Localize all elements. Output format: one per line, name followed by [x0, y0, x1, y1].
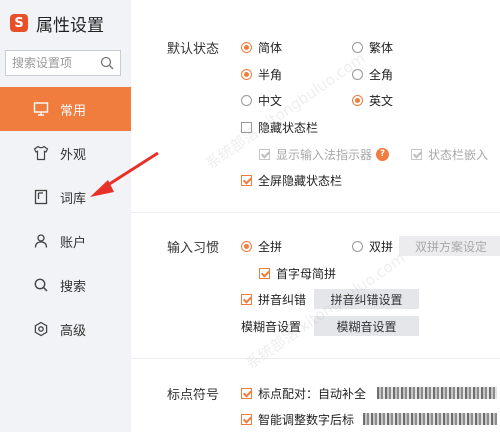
sidebar-item-account[interactable]: 账户 — [0, 219, 131, 263]
gear-icon — [34, 321, 48, 337]
radio-label: 中文 — [258, 93, 283, 108]
radio-quanpin[interactable]: 全拼 — [241, 237, 282, 255]
radio-indicator[interactable] — [241, 68, 252, 80]
radio-label: 英文 — [369, 93, 394, 108]
radio-shuangpin[interactable]: 双拼 — [352, 237, 393, 255]
sidebar-item-common[interactable]: 常用 — [0, 87, 131, 131]
checkbox-show-indicator[interactable]: 显示输入法指示器 ? — [259, 145, 390, 163]
checkbox-indicator[interactable] — [259, 267, 270, 279]
radio-indicator[interactable] — [352, 41, 363, 53]
radio-traditional[interactable]: 繁体 — [352, 38, 393, 56]
radio-english[interactable]: 英文 — [352, 91, 393, 109]
radio-label: 半角 — [258, 67, 283, 82]
checkbox-fullscreen-hide[interactable]: 全屏隐藏状态栏 — [241, 171, 342, 189]
checkbox-indicator[interactable] — [241, 174, 252, 186]
search-input[interactable] — [10, 55, 102, 71]
pinyin-correction-settings-button[interactable]: 拼音纠错设置 — [314, 289, 419, 309]
sidebar-item-search[interactable]: 搜索 — [0, 263, 131, 307]
sidebar-item-label: 外观 — [60, 147, 87, 163]
app-title: 属性设置 — [36, 15, 104, 36]
checkbox-label: 首字母简拼 — [276, 266, 337, 281]
checkbox-label: 显示输入法指示器 — [276, 147, 373, 162]
radio-label: 繁体 — [369, 40, 394, 55]
radio-label: 全角 — [369, 67, 394, 82]
section-divider — [131, 212, 500, 213]
sidebar-item-advanced[interactable]: 高级 — [0, 307, 131, 351]
section-label-input-habit: 输入习惯 — [167, 241, 220, 256]
sidebar-item-label: 搜索 — [60, 279, 87, 295]
sidebar-item-dictionary[interactable]: 词库 — [0, 175, 131, 219]
radio-indicator[interactable] — [241, 94, 252, 106]
radio-indicator[interactable] — [241, 41, 252, 53]
checkbox-label: 全屏隐藏状态栏 — [258, 173, 343, 188]
checkbox-indicator[interactable] — [241, 387, 252, 399]
checkbox-smart-digit[interactable]: 智能调整数字后标 — [241, 410, 354, 428]
app-header: S 属性设置 — [10, 10, 104, 36]
checkbox-indicator[interactable] — [259, 148, 270, 160]
section-label-default-state: 默认状态 — [167, 42, 220, 57]
checkbox-initial-abbrev[interactable]: 首字母简拼 — [259, 264, 336, 282]
sidebar-item-label: 高级 — [60, 323, 87, 339]
checkbox-label: 标点配对：自动补全 — [258, 386, 367, 401]
user-icon — [34, 234, 48, 248]
book-icon — [34, 189, 48, 205]
sidebar: S 属性设置 常用 外观 词库 — [0, 0, 131, 432]
redacted-area — [363, 413, 497, 425]
checkbox-label: 智能调整数字后标 — [258, 412, 355, 427]
search-icon — [34, 278, 48, 292]
monitor-icon — [33, 102, 49, 116]
radio-chinese[interactable]: 中文 — [241, 91, 282, 109]
radio-simplified[interactable]: 简体 — [241, 38, 282, 56]
checkbox-indicator[interactable] — [241, 293, 252, 305]
section-divider — [131, 358, 500, 359]
sidebar-item-label: 账户 — [60, 235, 87, 251]
checkbox-indicator[interactable] — [241, 121, 252, 133]
checkbox-status-bar-embed[interactable]: 状态栏嵌入 — [411, 145, 488, 163]
radio-indicator[interactable] — [241, 240, 252, 252]
sidebar-item-label: 词库 — [60, 191, 87, 207]
settings-panel: 默认状态 简体 繁体 半角 全角 中文 英文 隐藏状态栏 显示输入法指示器 ? … — [131, 0, 500, 432]
shuangpin-settings-button[interactable]: 双拼方案设定 — [399, 236, 500, 256]
checkbox-punctuation-pairing[interactable]: 标点配对：自动补全 — [241, 384, 366, 402]
help-icon[interactable]: ? — [376, 147, 390, 161]
sidebar-item-label: 常用 — [60, 103, 87, 119]
fuzzy-sound-row: 模糊音设置 — [241, 317, 301, 335]
sidebar-item-appearance[interactable]: 外观 — [0, 131, 131, 175]
checkbox-label: 隐藏状态栏 — [258, 120, 319, 135]
checkbox-hide-status-bar[interactable]: 隐藏状态栏 — [241, 118, 318, 136]
redacted-area — [377, 387, 497, 399]
section-label-punctuation: 标点符号 — [167, 388, 220, 403]
radio-indicator[interactable] — [352, 68, 363, 80]
radio-label: 全拼 — [258, 239, 283, 254]
checkbox-indicator[interactable] — [411, 148, 422, 160]
fuzzy-sound-settings-button[interactable]: 模糊音设置 — [314, 316, 419, 336]
radio-label: 简体 — [258, 40, 283, 55]
radio-fullwidth[interactable]: 全角 — [352, 65, 393, 83]
fuzzy-sound-label: 模糊音设置 — [241, 319, 302, 334]
radio-label: 双拼 — [369, 239, 394, 254]
search-icon[interactable] — [100, 56, 114, 70]
checkbox-label: 状态栏嵌入 — [428, 147, 489, 162]
checkbox-label: 拼音纠错 — [258, 292, 307, 307]
radio-indicator[interactable] — [352, 94, 363, 106]
radio-halfwidth[interactable]: 半角 — [241, 65, 282, 83]
sogou-logo-icon: S — [10, 14, 28, 32]
shirt-icon — [33, 145, 49, 161]
checkbox-indicator[interactable] — [241, 413, 252, 425]
radio-indicator[interactable] — [352, 240, 363, 252]
checkbox-pinyin-correction[interactable]: 拼音纠错 — [241, 290, 306, 308]
search-box[interactable] — [5, 50, 121, 76]
